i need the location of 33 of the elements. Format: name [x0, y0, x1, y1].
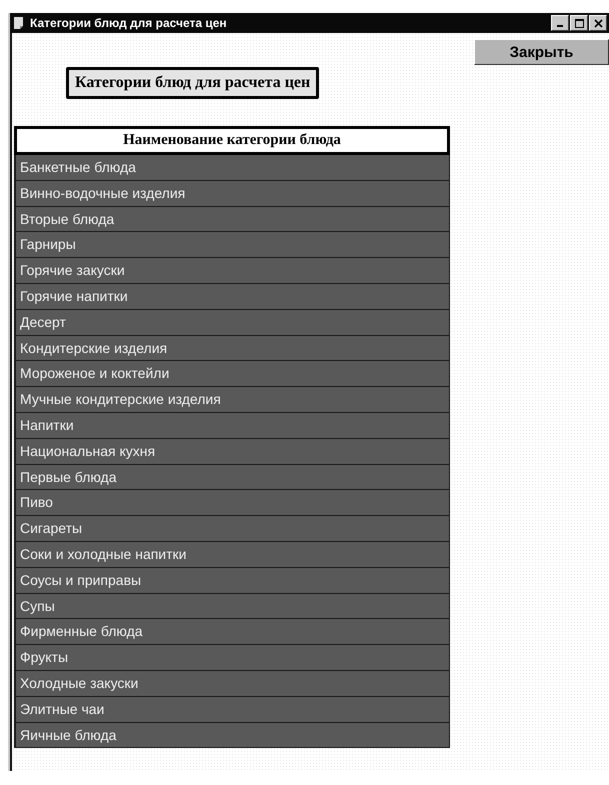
table-cell[interactable]: Яичные блюда [14, 722, 450, 748]
table-cell[interactable]: Банкетные блюда [14, 155, 450, 181]
table-cell[interactable]: Фирменные блюда [14, 619, 450, 646]
close-icon [594, 18, 602, 28]
table-cell[interactable]: Соусы и приправы [14, 568, 450, 594]
table-cell[interactable]: Соки и холодные напитки [14, 542, 450, 568]
table-cell[interactable]: Кондитерские изделия [14, 336, 450, 362]
column-header: Наименование категории блюда [14, 126, 450, 155]
table-cell[interactable]: Супы [14, 594, 450, 620]
table-cell[interactable]: Мучные кондитерские изделия [14, 387, 450, 413]
table-cell[interactable]: Гарниры [14, 232, 450, 258]
close-button[interactable] [589, 15, 607, 31]
table-cell[interactable]: Винно-водочные изделия [14, 180, 450, 207]
table-cell[interactable]: Национальная кухня [14, 438, 450, 465]
table-cell[interactable]: Холодные закуски [14, 670, 450, 697]
table-cell[interactable]: Горячие закуски [14, 258, 450, 284]
table-cell[interactable]: Горячие напитки [14, 284, 450, 310]
table-cell[interactable]: Напитки [14, 412, 450, 439]
maximize-button[interactable] [570, 15, 588, 31]
table-cell[interactable]: Элитные чаи [14, 696, 450, 723]
close-form-button[interactable]: Закрыть [474, 39, 609, 65]
table-cell[interactable]: Мороженое и коктейли [14, 361, 450, 388]
table-cell[interactable]: Пиво [14, 490, 450, 516]
table-cell[interactable]: Первые блюда [14, 464, 450, 490]
table-cell[interactable]: Десерт [14, 310, 450, 336]
window-title: Категории блюд для расчета цен [30, 16, 228, 30]
table-cell[interactable]: Сигареты [14, 516, 450, 542]
table-cell[interactable]: Фрукты [14, 645, 450, 671]
form-heading: Категории блюд для расчета цен [66, 67, 320, 99]
minimize-button[interactable] [551, 15, 569, 31]
table-cell[interactable]: Вторые блюда [14, 206, 450, 232]
document-icon [12, 16, 26, 30]
maximize-icon [574, 18, 584, 28]
